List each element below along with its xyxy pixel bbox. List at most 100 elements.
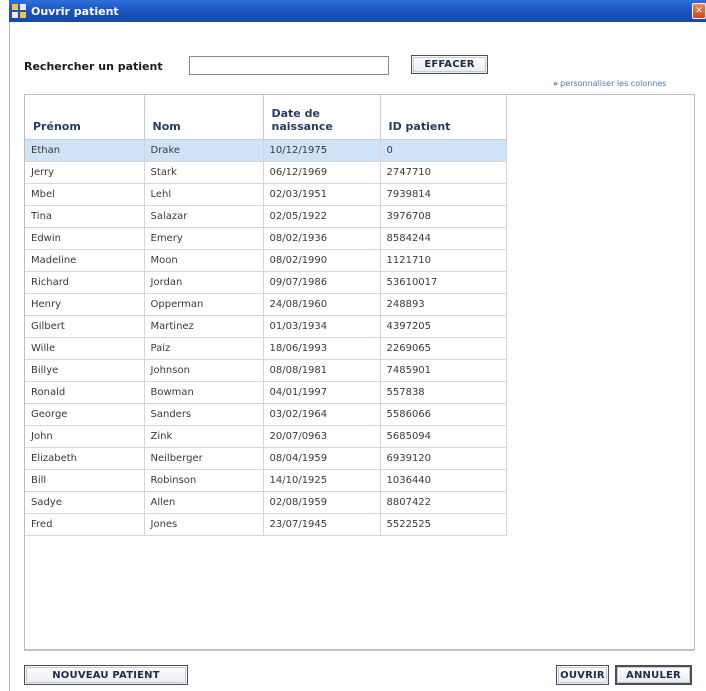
title-bar[interactable]: Ouvrir patient ✕ — [9, 0, 706, 22]
cell-patient-id: 248893 — [380, 293, 507, 316]
cell-patient-id: 0 — [380, 139, 507, 162]
search-label: Rechercher un patient — [24, 60, 163, 73]
cell-first-name: Gilbert — [25, 315, 145, 338]
cell-birth-date: 02/03/1951 — [263, 183, 381, 206]
table-row[interactable]: Wille Paiz 18/06/1993 2269065 — [25, 337, 507, 360]
cell-last-name: Martinez — [144, 315, 264, 338]
clear-button[interactable]: EFFACER — [411, 55, 488, 74]
cell-first-name: Jerry — [25, 161, 145, 184]
cell-last-name: Jordan — [144, 271, 264, 294]
cell-last-name: Drake — [144, 139, 264, 162]
cell-birth-date: 14/10/1925 — [263, 469, 381, 492]
column-header-last-name[interactable]: Nom — [144, 95, 264, 140]
cancel-button[interactable]: ANNULER — [615, 665, 692, 685]
cell-birth-date: 20/07/0963 — [263, 425, 381, 448]
open-button[interactable]: OUVRIR — [556, 665, 609, 685]
table-row[interactable]: Ethan Drake 10/12/1975 0 — [25, 139, 507, 162]
new-patient-button[interactable]: NOUVEAU PATIENT — [24, 665, 188, 685]
cell-first-name: Wille — [25, 337, 145, 360]
table-row[interactable]: Billye Johnson 08/08/1981 7485901 — [25, 359, 507, 382]
cell-first-name: Ethan — [25, 139, 145, 162]
cell-first-name: Henry — [25, 293, 145, 316]
cell-birth-date: 08/04/1959 — [263, 447, 381, 470]
table-row[interactable]: Mbel Lehl 02/03/1951 7939814 — [25, 183, 507, 206]
table-row[interactable]: Edwin Emery 08/02/1936 8584244 — [25, 227, 507, 250]
table-row[interactable]: Madeline Moon 08/02/1990 1121710 — [25, 249, 507, 272]
search-input[interactable] — [189, 56, 389, 75]
table-row[interactable]: Tina Salazar 02/05/1922 3976708 — [25, 205, 507, 228]
cell-birth-date: 06/12/1969 — [263, 161, 381, 184]
close-icon[interactable]: ✕ — [692, 3, 706, 19]
cell-first-name: Billye — [25, 359, 145, 382]
cell-birth-date: 02/05/1922 — [263, 205, 381, 228]
cell-last-name: Opperman — [144, 293, 264, 316]
patient-table-container[interactable]: Prénom Nom Date de naissance ID patient … — [24, 94, 695, 650]
cell-first-name: Richard — [25, 271, 145, 294]
cell-patient-id: 1036440 — [380, 469, 507, 492]
cell-patient-id: 8584244 — [380, 227, 507, 250]
cell-first-name: Bill — [25, 469, 145, 492]
cell-birth-date: 18/06/1993 — [263, 337, 381, 360]
cell-first-name: Sadye — [25, 491, 145, 514]
table-row[interactable]: Jerry Stark 06/12/1969 2747710 — [25, 161, 507, 184]
table-row[interactable]: Gilbert Martinez 01/03/1934 4397205 — [25, 315, 507, 338]
cell-first-name: Tina — [25, 205, 145, 228]
cell-patient-id: 557838 — [380, 381, 507, 404]
cell-patient-id: 2747710 — [380, 161, 507, 184]
window-title: Ouvrir patient — [31, 4, 119, 18]
cell-last-name: Neilberger — [144, 447, 264, 470]
cell-birth-date: 08/02/1990 — [263, 249, 381, 272]
cell-last-name: Zink — [144, 425, 264, 448]
cell-last-name: Salazar — [144, 205, 264, 228]
cell-patient-id: 6939120 — [380, 447, 507, 470]
cell-last-name: Stark — [144, 161, 264, 184]
table-row[interactable]: John Zink 20/07/0963 5685094 — [25, 425, 507, 448]
table-row[interactable]: Henry Opperman 24/08/1960 248893 — [25, 293, 507, 316]
cell-first-name: Madeline — [25, 249, 145, 272]
cell-last-name: Allen — [144, 491, 264, 514]
cell-last-name: Jones — [144, 513, 264, 536]
customize-columns-label: personnaliser les colonnes — [560, 79, 667, 88]
table-row[interactable]: Ronald Bowman 04/01/1997 557838 — [25, 381, 507, 404]
cell-birth-date: 08/02/1936 — [263, 227, 381, 250]
cell-patient-id: 5522525 — [380, 513, 507, 536]
double-chevron-right-icon: » — [553, 79, 559, 88]
cell-patient-id: 3976708 — [380, 205, 507, 228]
cell-birth-date: 03/02/1964 — [263, 403, 381, 426]
table-header-row: Prénom Nom Date de naissance ID patient — [25, 95, 507, 140]
table-row[interactable]: Richard Jordan 09/07/1986 53610017 — [25, 271, 507, 294]
table-row[interactable]: Sadye Allen 02/08/1959 8807422 — [25, 491, 507, 514]
cell-patient-id: 5586066 — [380, 403, 507, 426]
cell-birth-date: 10/12/1975 — [263, 139, 381, 162]
column-header-birth-date[interactable]: Date de naissance — [263, 95, 381, 140]
table-row[interactable]: Fred Jones 23/07/1945 5522525 — [25, 513, 507, 536]
cell-last-name: Paiz — [144, 337, 264, 360]
cell-patient-id: 2269065 — [380, 337, 507, 360]
table-row[interactable]: Bill Robinson 14/10/1925 1036440 — [25, 469, 507, 492]
patient-app-icon — [12, 4, 26, 18]
cell-birth-date: 23/07/1945 — [263, 513, 381, 536]
column-header-patient-id[interactable]: ID patient — [380, 95, 507, 140]
cell-birth-date: 01/03/1934 — [263, 315, 381, 338]
cell-last-name: Sanders — [144, 403, 264, 426]
customize-columns-link[interactable]: » personnaliser les colonnes — [553, 79, 666, 88]
cell-last-name: Robinson — [144, 469, 264, 492]
table-row[interactable]: George Sanders 03/02/1964 5586066 — [25, 403, 507, 426]
cell-birth-date: 04/01/1997 — [263, 381, 381, 404]
cell-patient-id: 53610017 — [380, 271, 507, 294]
cell-first-name: George — [25, 403, 145, 426]
cell-last-name: Moon — [144, 249, 264, 272]
footer-divider — [24, 650, 695, 651]
cell-birth-date: 02/08/1959 — [263, 491, 381, 514]
cell-first-name: Fred — [25, 513, 145, 536]
cell-patient-id: 7485901 — [380, 359, 507, 382]
cell-first-name: Ronald — [25, 381, 145, 404]
cell-birth-date: 08/08/1981 — [263, 359, 381, 382]
cell-patient-id: 5685094 — [380, 425, 507, 448]
table-row[interactable]: Elizabeth Neilberger 08/04/1959 6939120 — [25, 447, 507, 470]
cell-first-name: Mbel — [25, 183, 145, 206]
cell-patient-id: 8807422 — [380, 491, 507, 514]
cell-patient-id: 7939814 — [380, 183, 507, 206]
column-header-first-name[interactable]: Prénom — [25, 95, 145, 140]
cell-last-name: Bowman — [144, 381, 264, 404]
